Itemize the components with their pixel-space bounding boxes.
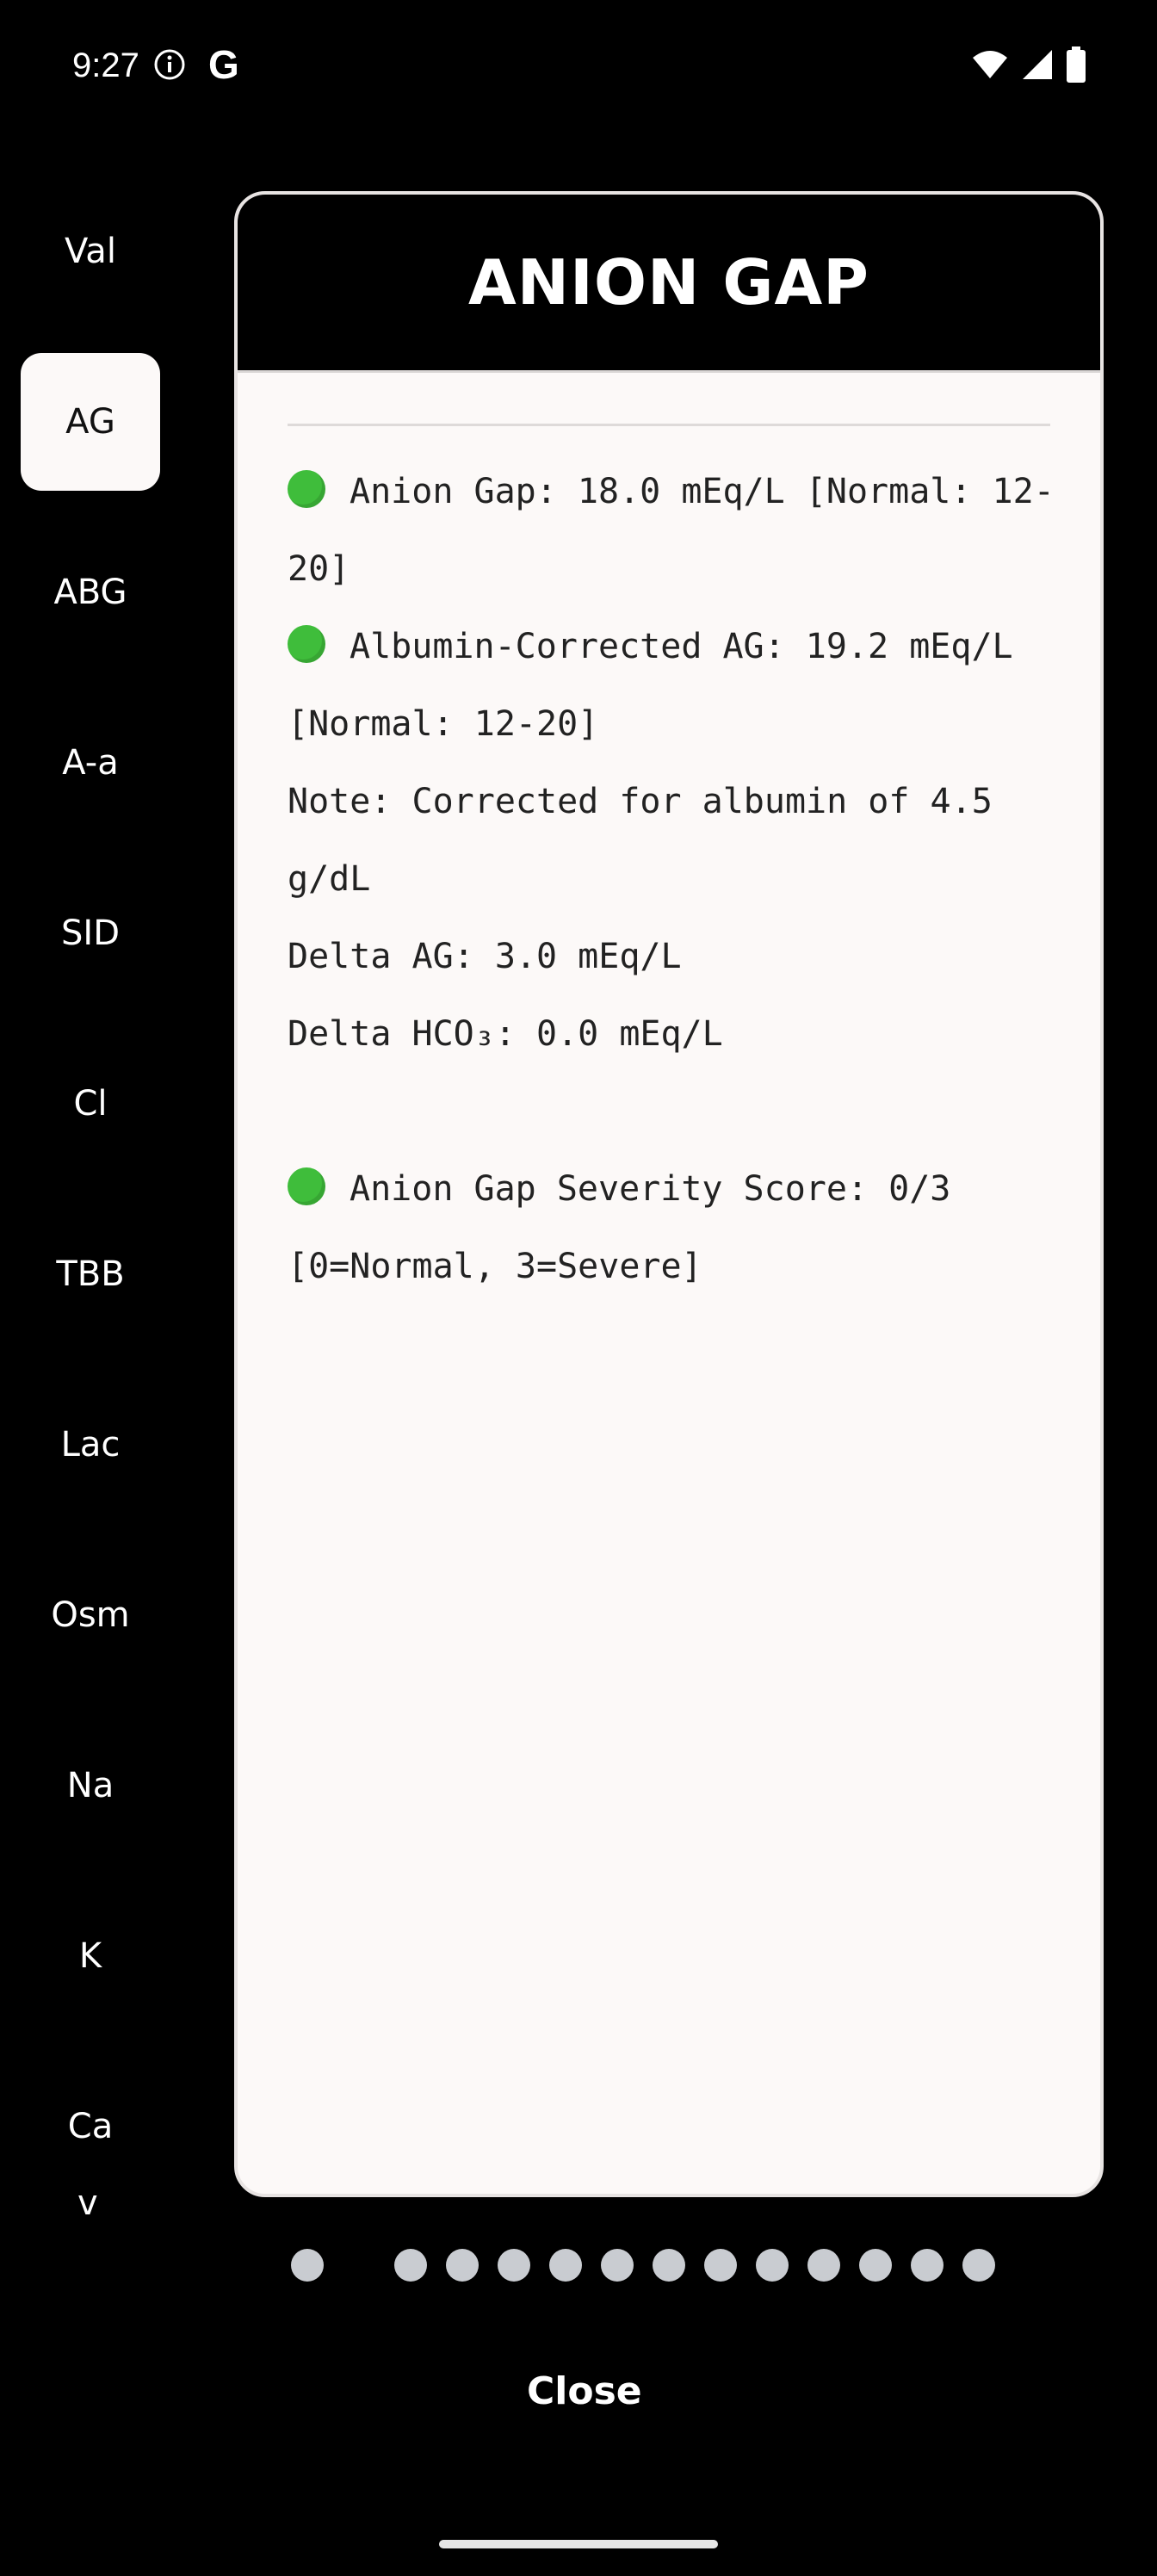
- wifi-icon: [973, 51, 1007, 78]
- battery-icon: [1067, 46, 1086, 83]
- sidebar-item-ca[interactable]: Ca: [21, 2058, 160, 2195]
- sidebar-item-lac[interactable]: Lac: [21, 1376, 160, 1514]
- page-dot[interactable]: [756, 2249, 789, 2282]
- sidebar-item-sid[interactable]: SID: [21, 864, 160, 1002]
- sidebar-item-ag[interactable]: AG: [21, 353, 160, 491]
- divider: [288, 424, 1050, 426]
- delta-hco3-line: Delta HCO₃: 0.0 mEq/L: [288, 1014, 723, 1054]
- page-dot[interactable]: [549, 2249, 582, 2282]
- delta-ag-line: Delta AG: 3.0 mEq/L: [288, 937, 682, 976]
- sidebar-item-na[interactable]: Na: [21, 1717, 160, 1855]
- page-dot[interactable]: [704, 2249, 737, 2282]
- signal-icon: [1023, 50, 1052, 79]
- page-dot[interactable]: [807, 2249, 840, 2282]
- severity-line: Anion Gap Severity Score: 0/3 [0=Normal,…: [288, 1167, 972, 1286]
- close-button[interactable]: Close: [527, 2369, 811, 2430]
- result-card: ANION GAP Anion Gap: 18.0 mEq/L [Normal:…: [234, 191, 1104, 2197]
- green-status-dot-icon: [288, 625, 325, 663]
- sidebar-item-val[interactable]: Val: [21, 183, 160, 320]
- page-dot[interactable]: [291, 2249, 324, 2282]
- sidebar-item-a-a[interactable]: A-a: [21, 694, 160, 832]
- anion-gap-line: Anion Gap: 18.0 mEq/L [Normal: 12-20]: [288, 470, 1055, 589]
- page-dot[interactable]: [962, 2249, 995, 2282]
- chevron-down-icon[interactable]: v: [77, 2183, 98, 2223]
- page-dot[interactable]: [859, 2249, 892, 2282]
- green-status-dot-icon: [288, 470, 325, 508]
- page-dot[interactable]: [394, 2249, 427, 2282]
- albumin-corrected-line: Albumin-Corrected AG: 19.2 mEq/L [Normal…: [288, 625, 1034, 744]
- status-icons: [971, 46, 1086, 83]
- page-dot[interactable]: [653, 2249, 685, 2282]
- google-icon: G: [208, 42, 239, 87]
- card-header: ANION GAP: [238, 195, 1100, 373]
- page-dot[interactable]: [911, 2249, 944, 2282]
- sidebar-item-tbb[interactable]: TBB: [21, 1205, 160, 1343]
- note-line: Note: Corrected for albumin of 4.5 g/dL: [288, 782, 1013, 899]
- card-title: ANION GAP: [468, 246, 869, 319]
- sidebar-item-k[interactable]: K: [21, 1887, 160, 2025]
- sidebar-item-abg[interactable]: ABG: [21, 523, 160, 661]
- sidebar-item-osm[interactable]: Osm: [21, 1546, 160, 1684]
- home-indicator[interactable]: [439, 2540, 718, 2548]
- card-body: Anion Gap: 18.0 mEq/L [Normal: 12-20] Al…: [288, 453, 1066, 1305]
- page-dot[interactable]: [601, 2249, 634, 2282]
- sidebar-item-cl[interactable]: Cl: [21, 1035, 160, 1173]
- sidebar: Val AG ABG A-a SID Cl TBB Lac Osm Na K C…: [0, 0, 181, 2576]
- green-status-dot-icon: [288, 1167, 325, 1205]
- page-dot[interactable]: [446, 2249, 479, 2282]
- page-dot[interactable]: [498, 2249, 530, 2282]
